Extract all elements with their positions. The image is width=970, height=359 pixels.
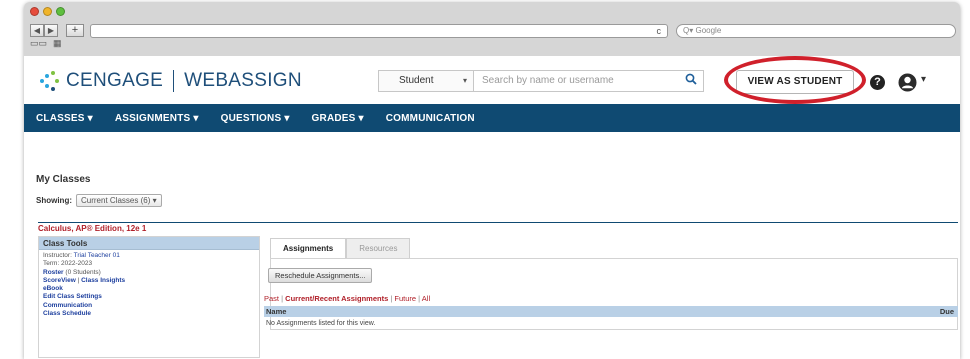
webpage: CENGAGE WEBASSIGN Student ▾ Search by na… (24, 56, 960, 359)
browser-window: ◀ ▶ + c Q▾ Google ▭▭ ▦ CENGAGE WEBASSIGN… (24, 2, 960, 359)
class-insights-link[interactable]: Class Insights (81, 277, 125, 284)
search-icon: Q▾ (683, 26, 696, 35)
user-search-placeholder: Search by name or username (482, 75, 614, 86)
window-controls (30, 7, 65, 16)
instructor-link[interactable]: Trial Teacher 01 (74, 252, 120, 259)
showing-label: Showing: (36, 196, 72, 205)
chevron-down-icon: ▾ (87, 112, 93, 124)
nav-questions[interactable]: QUESTIONS ▾ (221, 113, 290, 124)
brand-divider (173, 70, 175, 92)
roster-row: Roster (0 Students) (43, 269, 255, 277)
browser-toolbar: ◀ ▶ + c Q▾ Google (24, 20, 960, 48)
instructor-label: Instructor: (43, 252, 72, 259)
user-account-icon[interactable] (898, 73, 917, 92)
chevron-down-icon: ▾ (152, 196, 157, 205)
minimize-window-button[interactable] (43, 7, 52, 16)
filter-current[interactable]: Current/Recent Assignments (285, 294, 388, 303)
book-icon[interactable]: ▭▭ (30, 38, 47, 49)
role-select-value: Student (399, 75, 434, 86)
browser-search-placeholder: Google (695, 26, 722, 35)
instructor-row: Instructor: Trial Teacher 01 (43, 252, 255, 260)
filter-all[interactable]: All (422, 294, 430, 303)
nav-communication-label: COMMUNICATION (385, 112, 475, 124)
user-menu-caret-icon[interactable]: ▾ (921, 74, 926, 85)
filter-past[interactable]: Past (264, 294, 279, 303)
brand-cengage: CENGAGE (66, 70, 164, 91)
nav-communication[interactable]: COMMUNICATION (386, 113, 475, 124)
roster-link[interactable]: Roster (43, 269, 64, 276)
reschedule-assignments-button[interactable]: Reschedule Assignments... (268, 268, 373, 283)
brand-webassign: WEBASSIGN (184, 70, 302, 91)
roster-count: (0 Students) (65, 268, 101, 276)
class-tools-header: Class Tools (39, 237, 259, 250)
empty-state-message: No Assignments listed for this view. (266, 320, 376, 327)
class-divider (38, 222, 958, 223)
filter-separator: | (418, 294, 421, 303)
cengage-logo[interactable]: CENGAGE WEBASSIGN (38, 70, 302, 92)
nav-grades-label: GRADES (311, 112, 356, 124)
add-bookmark-button[interactable]: + (66, 24, 84, 37)
role-select[interactable]: Student ▾ (378, 70, 474, 92)
chevron-down-icon: ▾ (462, 76, 467, 85)
nav-grades[interactable]: GRADES ▾ (312, 113, 364, 124)
nav-assignments-label: ASSIGNMENTS (114, 112, 191, 124)
grid-icon[interactable]: ▦ (53, 38, 62, 49)
communication-link[interactable]: Communication (43, 302, 255, 310)
filter-separator: | (390, 294, 393, 303)
scoreview-row: ScoreView | Class Insights (43, 276, 126, 284)
bookmarks-bar: ▭▭ ▦ (30, 38, 62, 49)
address-bar[interactable]: c (90, 24, 668, 38)
edit-class-settings-link[interactable]: Edit Class Settings (43, 293, 255, 301)
nav-classes[interactable]: CLASSES ▾ (36, 113, 93, 124)
tab-assignments[interactable]: Assignments (270, 238, 347, 258)
showing-select[interactable]: Current Classes (6) ▾ (76, 194, 162, 207)
showing-select-value: Current Classes (6) (81, 196, 151, 205)
page-title: My Classes (36, 174, 91, 185)
chevron-down-icon: ▾ (358, 112, 364, 124)
nav-questions-label: QUESTIONS (220, 112, 282, 124)
tab-resources[interactable]: Resources (346, 238, 411, 258)
app-header: CENGAGE WEBASSIGN Student ▾ Search by na… (24, 56, 960, 104)
history-buttons: ◀ ▶ (30, 24, 58, 37)
assignments-table-header: Name Due (264, 306, 958, 317)
reload-icon[interactable]: c (657, 25, 662, 38)
chevron-down-icon: ▾ (284, 112, 290, 124)
back-button[interactable]: ◀ (30, 24, 44, 37)
class-tabs: Assignments Resources (270, 238, 411, 258)
ebook-link[interactable]: eBook (43, 285, 255, 293)
chevron-down-icon: ▾ (193, 112, 199, 124)
highlight-annotation (724, 56, 866, 104)
class-title-link[interactable]: Calculus, AP® Edition, 12e 1 (38, 224, 146, 233)
help-icon[interactable]: ? (870, 75, 885, 90)
column-name[interactable]: Name (266, 307, 286, 316)
search-icon[interactable] (685, 73, 697, 85)
zoom-window-button[interactable] (56, 7, 65, 16)
class-schedule-link[interactable]: Class Schedule (43, 310, 255, 318)
forward-button[interactable]: ▶ (44, 24, 58, 37)
cengage-logo-icon (38, 70, 60, 92)
user-search-input[interactable]: Search by name or username (474, 70, 704, 92)
assignment-filter: Past | Current/Recent Assignments | Futu… (264, 294, 430, 303)
class-tools-panel: Class Tools Instructor: Trial Teacher 01… (38, 236, 260, 358)
nav-classes-label: CLASSES (36, 112, 85, 124)
filter-future[interactable]: Future (394, 294, 416, 303)
main-nav: CLASSES ▾ ASSIGNMENTS ▾ QUESTIONS ▾ GRAD… (24, 104, 960, 132)
class-tools-list: Instructor: Trial Teacher 01 Term: 2022-… (39, 250, 259, 320)
showing-filter: Showing: Current Classes (6) ▾ (36, 194, 162, 207)
scoreview-link[interactable]: ScoreView (43, 277, 76, 284)
term-row: Term: 2022-2023 (43, 260, 93, 268)
close-window-button[interactable] (30, 7, 39, 16)
nav-assignments[interactable]: ASSIGNMENTS ▾ (115, 113, 199, 124)
browser-search-field[interactable]: Q▾ Google (676, 24, 956, 38)
filter-separator: | (281, 294, 284, 303)
column-due[interactable]: Due (940, 307, 954, 316)
